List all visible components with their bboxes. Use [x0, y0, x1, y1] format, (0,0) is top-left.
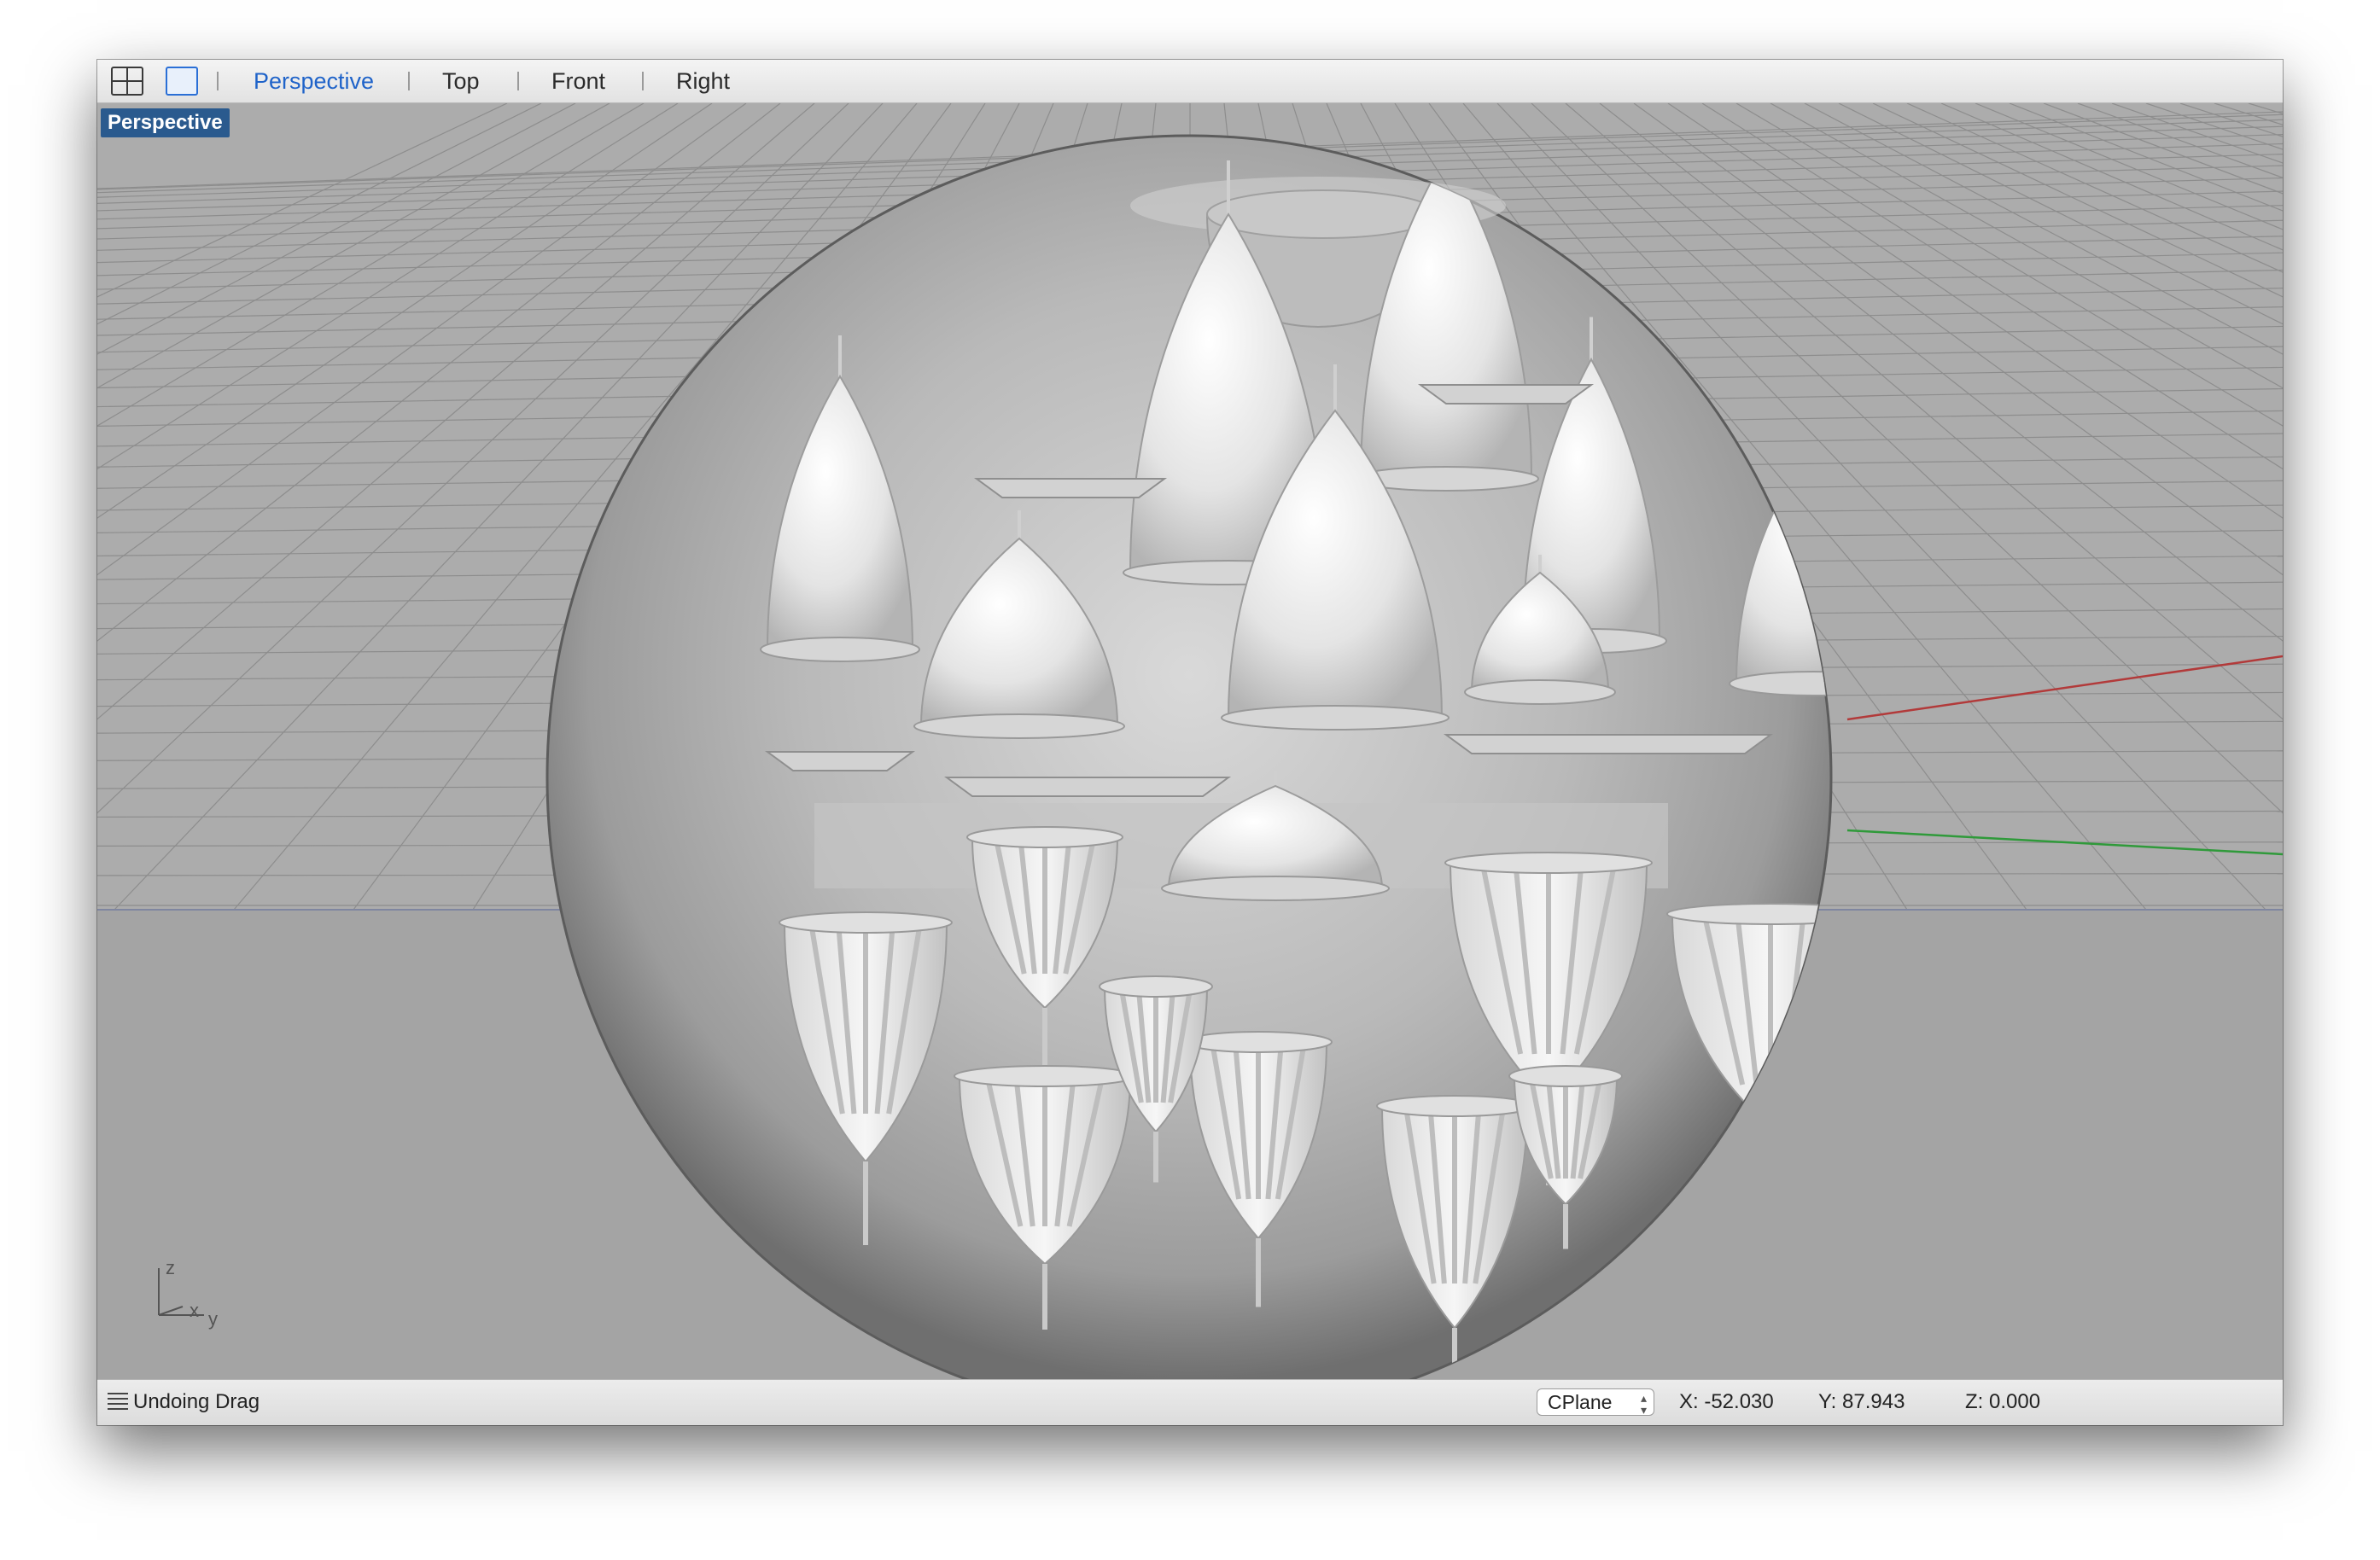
toolbar-divider [408, 72, 410, 90]
bulb-rim [954, 1065, 1136, 1087]
toolbar-divider [517, 72, 519, 90]
axis-label-z: z [166, 1257, 175, 1278]
platform-mid-right [1443, 734, 1774, 754]
tab-right[interactable]: Right [676, 67, 730, 96]
dome-ring [913, 713, 1125, 739]
viewport-toolbar: Perspective Top Front Right [97, 60, 2283, 103]
stepper-arrows-icon: ▴ ▾ [1640, 1391, 1647, 1417]
bulb-rim [966, 826, 1123, 848]
bulb-rim [779, 911, 953, 934]
platform-mid-left [943, 777, 1232, 797]
bulb-rim [1376, 1095, 1533, 1117]
four-viewports-icon[interactable] [111, 67, 143, 96]
tab-top[interactable]: Top [442, 67, 480, 96]
status-message: Undoing Drag [133, 1390, 260, 1413]
cplane-value: CPlane [1548, 1391, 1613, 1413]
bulb-rim [1444, 852, 1653, 874]
axis-label-y: y [208, 1308, 218, 1330]
tab-front[interactable]: Front [551, 67, 605, 96]
bulb-rim [1508, 1065, 1623, 1087]
axis-label-x: x [190, 1300, 199, 1321]
coord-x: X: -52.030 [1679, 1390, 1774, 1413]
viewport-scene[interactable]: z x y [97, 103, 2283, 1380]
menu-icon[interactable] [108, 1393, 128, 1412]
bulb-rim [1184, 1031, 1333, 1053]
coord-y: Y: 87.943 [1818, 1390, 1905, 1413]
single-viewport-icon[interactable] [166, 67, 198, 96]
tab-perspective[interactable]: Perspective [254, 67, 374, 96]
dome-ring [1464, 679, 1616, 705]
toolbar-divider [642, 72, 644, 90]
perspective-viewport[interactable]: z x y Perspective [97, 103, 2283, 1380]
dome-ring [760, 637, 920, 662]
viewport-title-label[interactable]: Perspective [101, 108, 230, 137]
platform-top-right [1417, 384, 1595, 405]
dome-ring [1221, 705, 1450, 731]
toolbar-divider [217, 72, 219, 90]
status-bar: Undoing Drag CPlane ▴ ▾ X: -52.030 Y: 87.… [97, 1379, 2283, 1425]
platform-top-left [973, 478, 1168, 498]
dome-ring [1161, 876, 1390, 901]
bulb-rim [1099, 975, 1213, 998]
platform-left [764, 751, 916, 771]
coord-z: Z: 0.000 [1965, 1390, 2041, 1413]
rhino-window: Perspective Top Front Right z x y Perspe… [97, 60, 2283, 1425]
cplane-select[interactable]: CPlane ▴ ▾ [1537, 1388, 1654, 1416]
